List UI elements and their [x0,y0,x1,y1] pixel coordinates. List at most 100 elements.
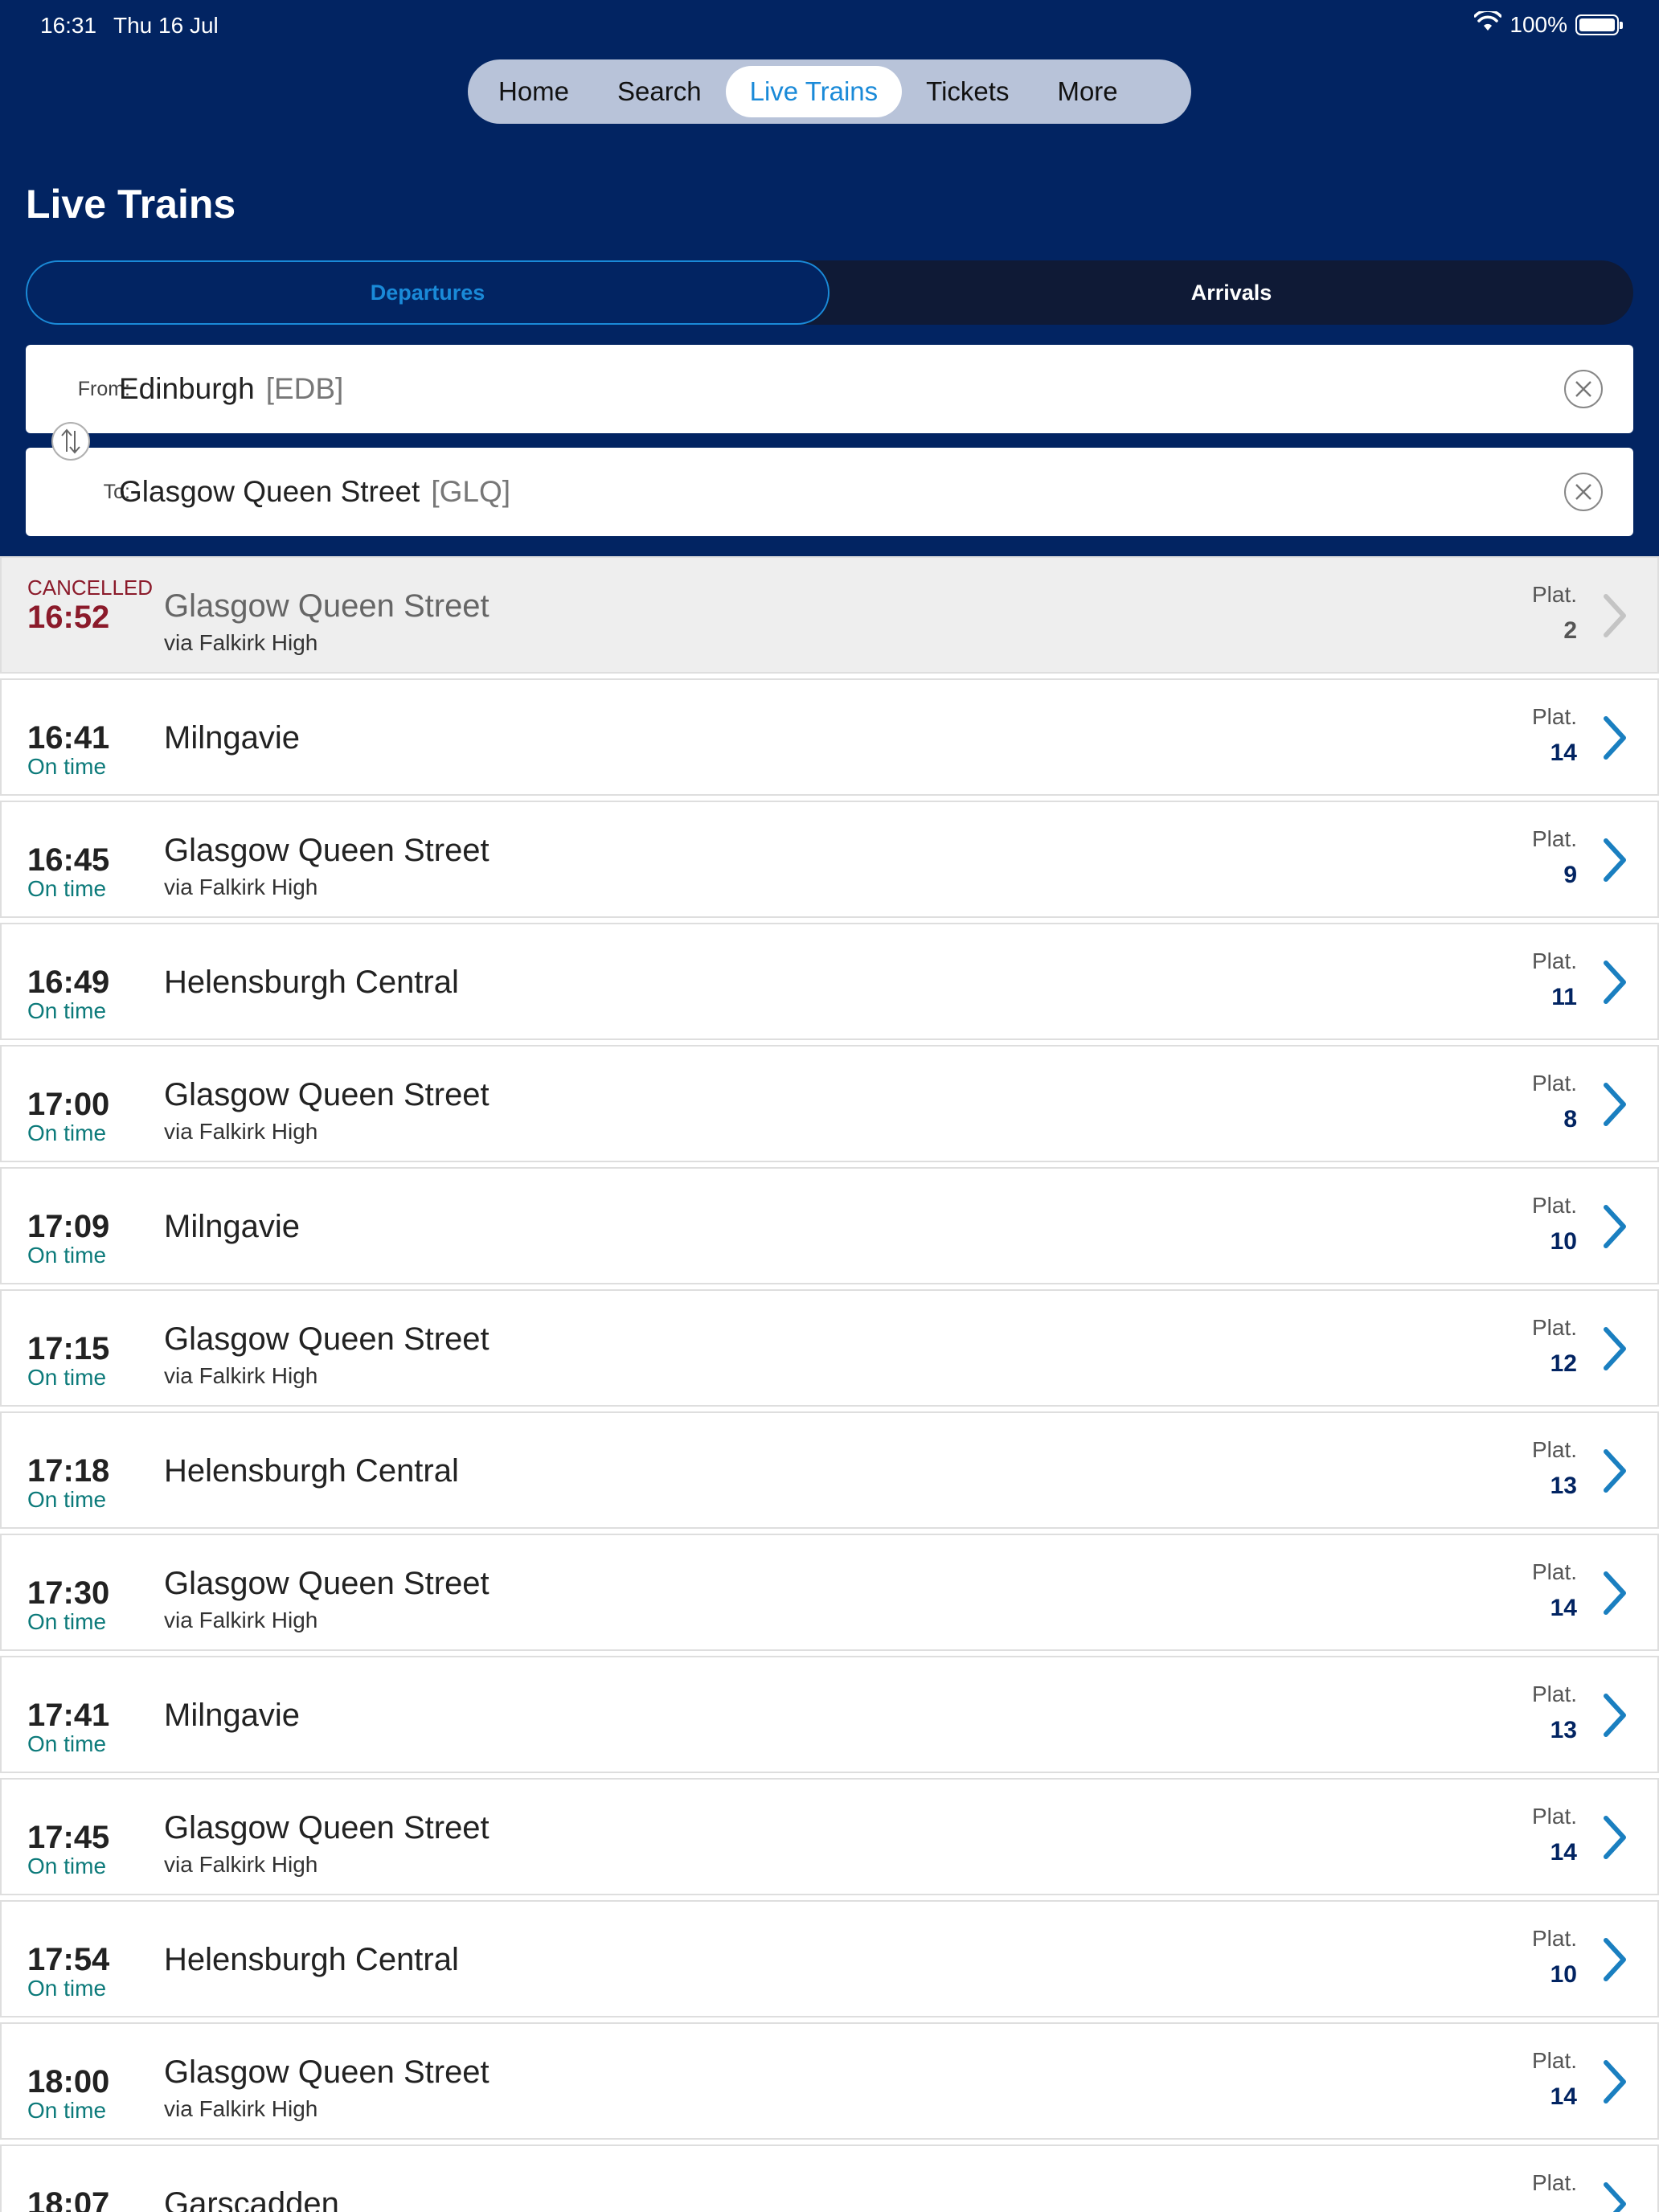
service-destination: Glasgow Queen Street [164,1077,490,1112]
service-time: 17:18 [27,1453,110,1489]
platform-label: Plat. [1531,1437,1577,1462]
service-row[interactable]: 17:00 On time Glasgow Queen Street via Falk… [0,1045,1659,1162]
service-time: 17:15 [27,1331,110,1366]
platform-label: Plat. [1531,2170,1577,2195]
chevron-right-icon [1598,2056,1630,2108]
service-status: On time [27,1854,107,1878]
service-via: via Falkirk High [164,1608,318,1632]
tab-more[interactable]: More [1033,66,1141,117]
status-bar: 16:31 Thu 16 Jul 100% [0,0,1659,51]
chevron-right-icon [1598,590,1630,641]
service-status: On time [27,1487,107,1512]
service-status: On time [27,876,107,901]
to-station-code: [GLQ] [431,475,511,508]
platform-label: Plat. [1531,1193,1577,1218]
wifi-icon [1473,9,1503,38]
from-station-name: Edinburgh [119,372,255,405]
chevron-right-icon [1598,1690,1630,1741]
service-row[interactable]: 17:09 On time Milngavie Plat. 10 [0,1167,1659,1284]
clear-from-icon[interactable] [1564,370,1603,408]
chevron-right-icon [1598,1323,1630,1374]
service-status: On time [27,1243,107,1268]
chevron-right-icon [1598,712,1630,764]
service-status: On time [27,1976,107,2001]
service-via: via Falkirk High [164,1363,318,1388]
departures-arrivals-toggle: Departures Arrivals [26,260,1633,325]
service-time: 18:00 [27,2064,110,2099]
service-time: 17:54 [27,1942,110,1977]
service-status: On time [27,998,107,1023]
platform-label: Plat. [1531,1804,1577,1829]
service-row[interactable]: 17:15 On time Glasgow Queen Street via Falk… [0,1289,1659,1407]
service-destination: Helensburgh Central [164,1453,459,1489]
service-row[interactable]: 17:45 On time Glasgow Queen Street via Falk… [0,1778,1659,1895]
chevron-right-icon [1598,834,1630,886]
from-station-field[interactable]: From: Edinburgh [EDB] [26,345,1633,433]
service-row[interactable]: CANCELLED 16:52 Glasgow Queen Street via Fa… [0,556,1659,674]
platform-number: 11 [1551,984,1577,1010]
service-time: 17:41 [27,1698,110,1733]
service-row[interactable]: 16:45 On time Glasgow Queen Street via Falk… [0,801,1659,918]
service-row[interactable]: 16:49 On time Helensburgh Central Plat. 11 [0,923,1659,1040]
service-row[interactable]: 17:18 On time Helensburgh Central Plat. 13 [0,1411,1659,1529]
service-status: On time [27,1731,107,1756]
service-destination: Milngavie [164,1698,300,1733]
service-row[interactable]: 17:30 On time Glasgow Queen Street via Falk… [0,1534,1659,1651]
platform-label: Plat. [1531,704,1577,729]
service-destination: Glasgow Queen Street [164,1810,490,1845]
service-via: via Falkirk High [164,2096,318,2121]
swap-stations-icon[interactable] [51,422,90,461]
service-via: via Falkirk High [164,875,318,899]
service-time: 17:30 [27,1575,110,1611]
tab-tickets[interactable]: Tickets [902,66,1033,117]
chevron-right-icon [1598,1934,1630,1985]
header: 16:31 Thu 16 Jul 100% Home Search Live T… [0,0,1659,556]
service-row[interactable]: 17:41 On time Milngavie Plat. 13 [0,1656,1659,1773]
status-date: Thu 16 Jul [113,13,219,38]
service-time: 17:00 [27,1087,110,1122]
service-time: 18:07 [27,2186,110,2212]
service-status: On time [27,754,107,779]
departures-tab[interactable]: Departures [26,260,830,325]
service-row[interactable]: 18:07 Garscadden Plat. [0,2144,1659,2212]
tab-home[interactable]: Home [474,66,593,117]
platform-label: Plat. [1531,1682,1577,1706]
service-list: CANCELLED 16:52 Glasgow Queen Street via Fa… [0,556,1659,2212]
service-row[interactable]: 18:00 On time Glasgow Queen Street via Falk… [0,2022,1659,2140]
platform-number: 14 [1550,1595,1577,1621]
status-right: 100% [1473,9,1623,38]
platform-number: 9 [1563,862,1577,888]
service-destination: Glasgow Queen Street [164,833,490,868]
service-destination: Milngavie [164,1209,300,1244]
service-via: via Falkirk High [164,1852,318,1877]
service-status: On time [27,1365,107,1390]
platform-number: 13 [1550,1473,1577,1499]
service-destination: Helensburgh Central [164,1942,459,1977]
clear-to-icon[interactable] [1564,473,1603,511]
to-station: Glasgow Queen Street [GLQ] [119,475,510,509]
chevron-right-icon [1598,1445,1630,1497]
battery-percent: 100% [1509,11,1567,37]
service-destination: Glasgow Queen Street [164,588,490,624]
platform-label: Plat. [1531,1315,1577,1340]
arrivals-tab[interactable]: Arrivals [830,260,1633,325]
service-status: On time [27,2098,107,2123]
page-title: Live Trains [26,182,236,227]
battery-icon [1575,14,1623,35]
chevron-right-icon [1598,1201,1630,1252]
from-station: Edinburgh [EDB] [119,372,343,406]
tab-bar: Home Search Live Trains Tickets More [468,59,1191,124]
service-row[interactable]: 17:54 On time Helensburgh Central Plat. 10 [0,1900,1659,2017]
to-station-field[interactable]: To: Glasgow Queen Street [GLQ] [26,448,1633,536]
tab-live-trains[interactable]: Live Trains [725,66,903,117]
service-row[interactable]: 16:41 On time Milngavie Plat. 14 [0,678,1659,796]
chevron-right-icon [1598,2178,1630,2212]
to-station-name: Glasgow Queen Street [119,475,420,508]
platform-label: Plat. [1531,2048,1577,2073]
service-status: CANCELLED [27,576,154,600]
platform-label: Plat. [1531,1926,1577,1951]
service-status: On time [27,1609,107,1634]
platform-number: 14 [1550,739,1577,766]
tab-search[interactable]: Search [593,66,726,117]
service-via: via Falkirk High [164,630,318,655]
